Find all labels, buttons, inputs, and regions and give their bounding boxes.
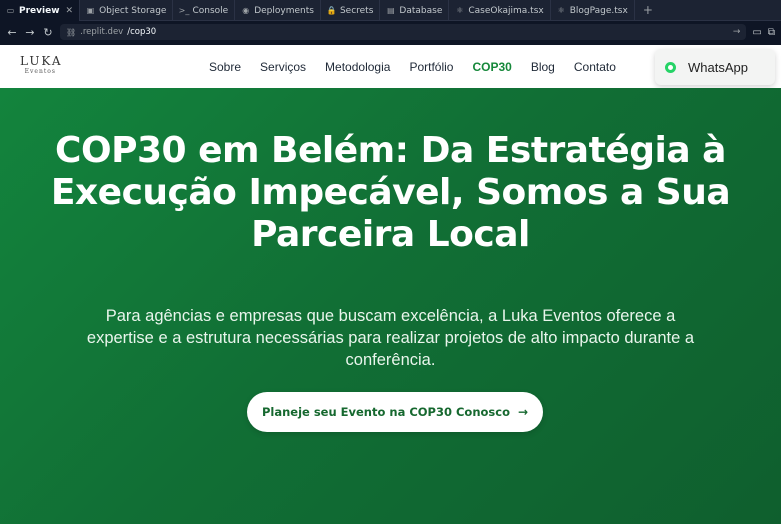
nav-link-contato[interactable]: Contato [574,60,616,74]
ide-tab[interactable]: ▭ Preview ✕ [0,0,81,21]
luka-logo[interactable]: LUKA Eventos [20,54,63,76]
whatsapp-label: WhatsApp [688,59,748,75]
whatsapp-button[interactable]: WhatsApp [655,49,775,85]
reload-icon[interactable]: ↻ [42,26,54,39]
ide-tab[interactable]: >_ Console [173,0,236,21]
deployments-icon: ◉ [242,6,250,15]
nav-link-metodologia[interactable]: Metodologia [325,60,390,74]
ide-tab-label: BlogPage.tsx [569,5,628,16]
secrets-icon: 🔒 [326,6,337,15]
devices-icon[interactable]: ▭ [752,27,761,38]
nav-link-cop30[interactable]: COP30 [472,60,511,74]
preview-icon: ▭ [6,6,15,15]
nav-link-portf-lio[interactable]: Portfólio [409,60,453,74]
ide-tab[interactable]: ▣ Object Storage [80,0,174,21]
ide-tab[interactable]: 🔒 Secrets [321,0,381,21]
cta-label: Planeje seu Evento na COP30 Conosco [261,405,510,419]
open-new-window-icon[interactable]: ⧉ [768,27,775,38]
console-icon: >_ [178,6,190,15]
hero-title: COP30 em Belém: Da Estratégia à Execução… [50,130,731,255]
hero-subtitle: Para agências e empresas que buscam exce… [86,307,695,369]
plan-event-button[interactable]: Planeje seu Evento na COP30 Conosco → [247,392,543,432]
ide-tab-label: Secrets [339,5,374,16]
ide-tab-label: Preview [19,5,60,16]
ide-tab-label: Deployments [254,5,314,16]
forward-arrow-icon[interactable]: → [24,26,36,39]
add-tab-button[interactable]: + [635,0,661,20]
ide-tab[interactable]: ⚛ CaseOkajima.tsx [449,0,551,21]
back-arrow-icon[interactable]: ← [6,26,18,39]
ide-tab-label: CaseOkajima.tsx [468,5,544,16]
nav-link-sobre[interactable]: Sobre [209,60,241,74]
preview-url-bar: ← → ↻ ⛓ .replit.dev/cop30 → ▭ ⧉ [0,21,781,43]
go-arrow-icon[interactable]: → [733,27,741,37]
logo-main: LUKA [20,54,63,68]
tsx-file-icon: ⚛ [557,6,565,15]
ide-tab-label: Database [399,5,443,16]
ide-tab-label: Console [192,5,229,16]
tsx-file-icon: ⚛ [456,6,464,15]
nav-link-blog[interactable]: Blog [531,60,555,74]
ide-tab[interactable]: ◉ Deployments [235,0,321,21]
url-host: .replit.dev [80,27,124,37]
url-input[interactable]: ⛓ .replit.dev/cop30 → [60,24,747,40]
ide-tab-bar: ▭ Preview ✕ ▣ Object Storage >_ Console ◉ Deploy… [0,0,781,21]
arrow-right-icon: → [517,405,529,419]
hero-section: COP30 em Belém: Da Estratégia à Execução… [0,88,781,524]
whatsapp-icon [665,61,676,73]
database-icon: ▤ [387,6,395,15]
main-nav: Sobre Serviços Metodologia Portfólio COP30 Bl… [209,45,635,88]
nav-link-servi-os[interactable]: Serviços [260,60,306,74]
link-icon: ⛓ [66,27,77,37]
close-tab-icon[interactable]: ✕ [66,6,74,16]
url-path: /cop30 [127,27,157,37]
ide-tab[interactable]: ▤ Database [380,0,450,21]
object-storage-icon: ▣ [86,6,95,15]
ide-tab-label: Object Storage [99,5,167,16]
ide-tab[interactable]: ⚛ BlogPage.tsx [551,0,635,21]
logo-sub: Eventos [24,68,56,75]
